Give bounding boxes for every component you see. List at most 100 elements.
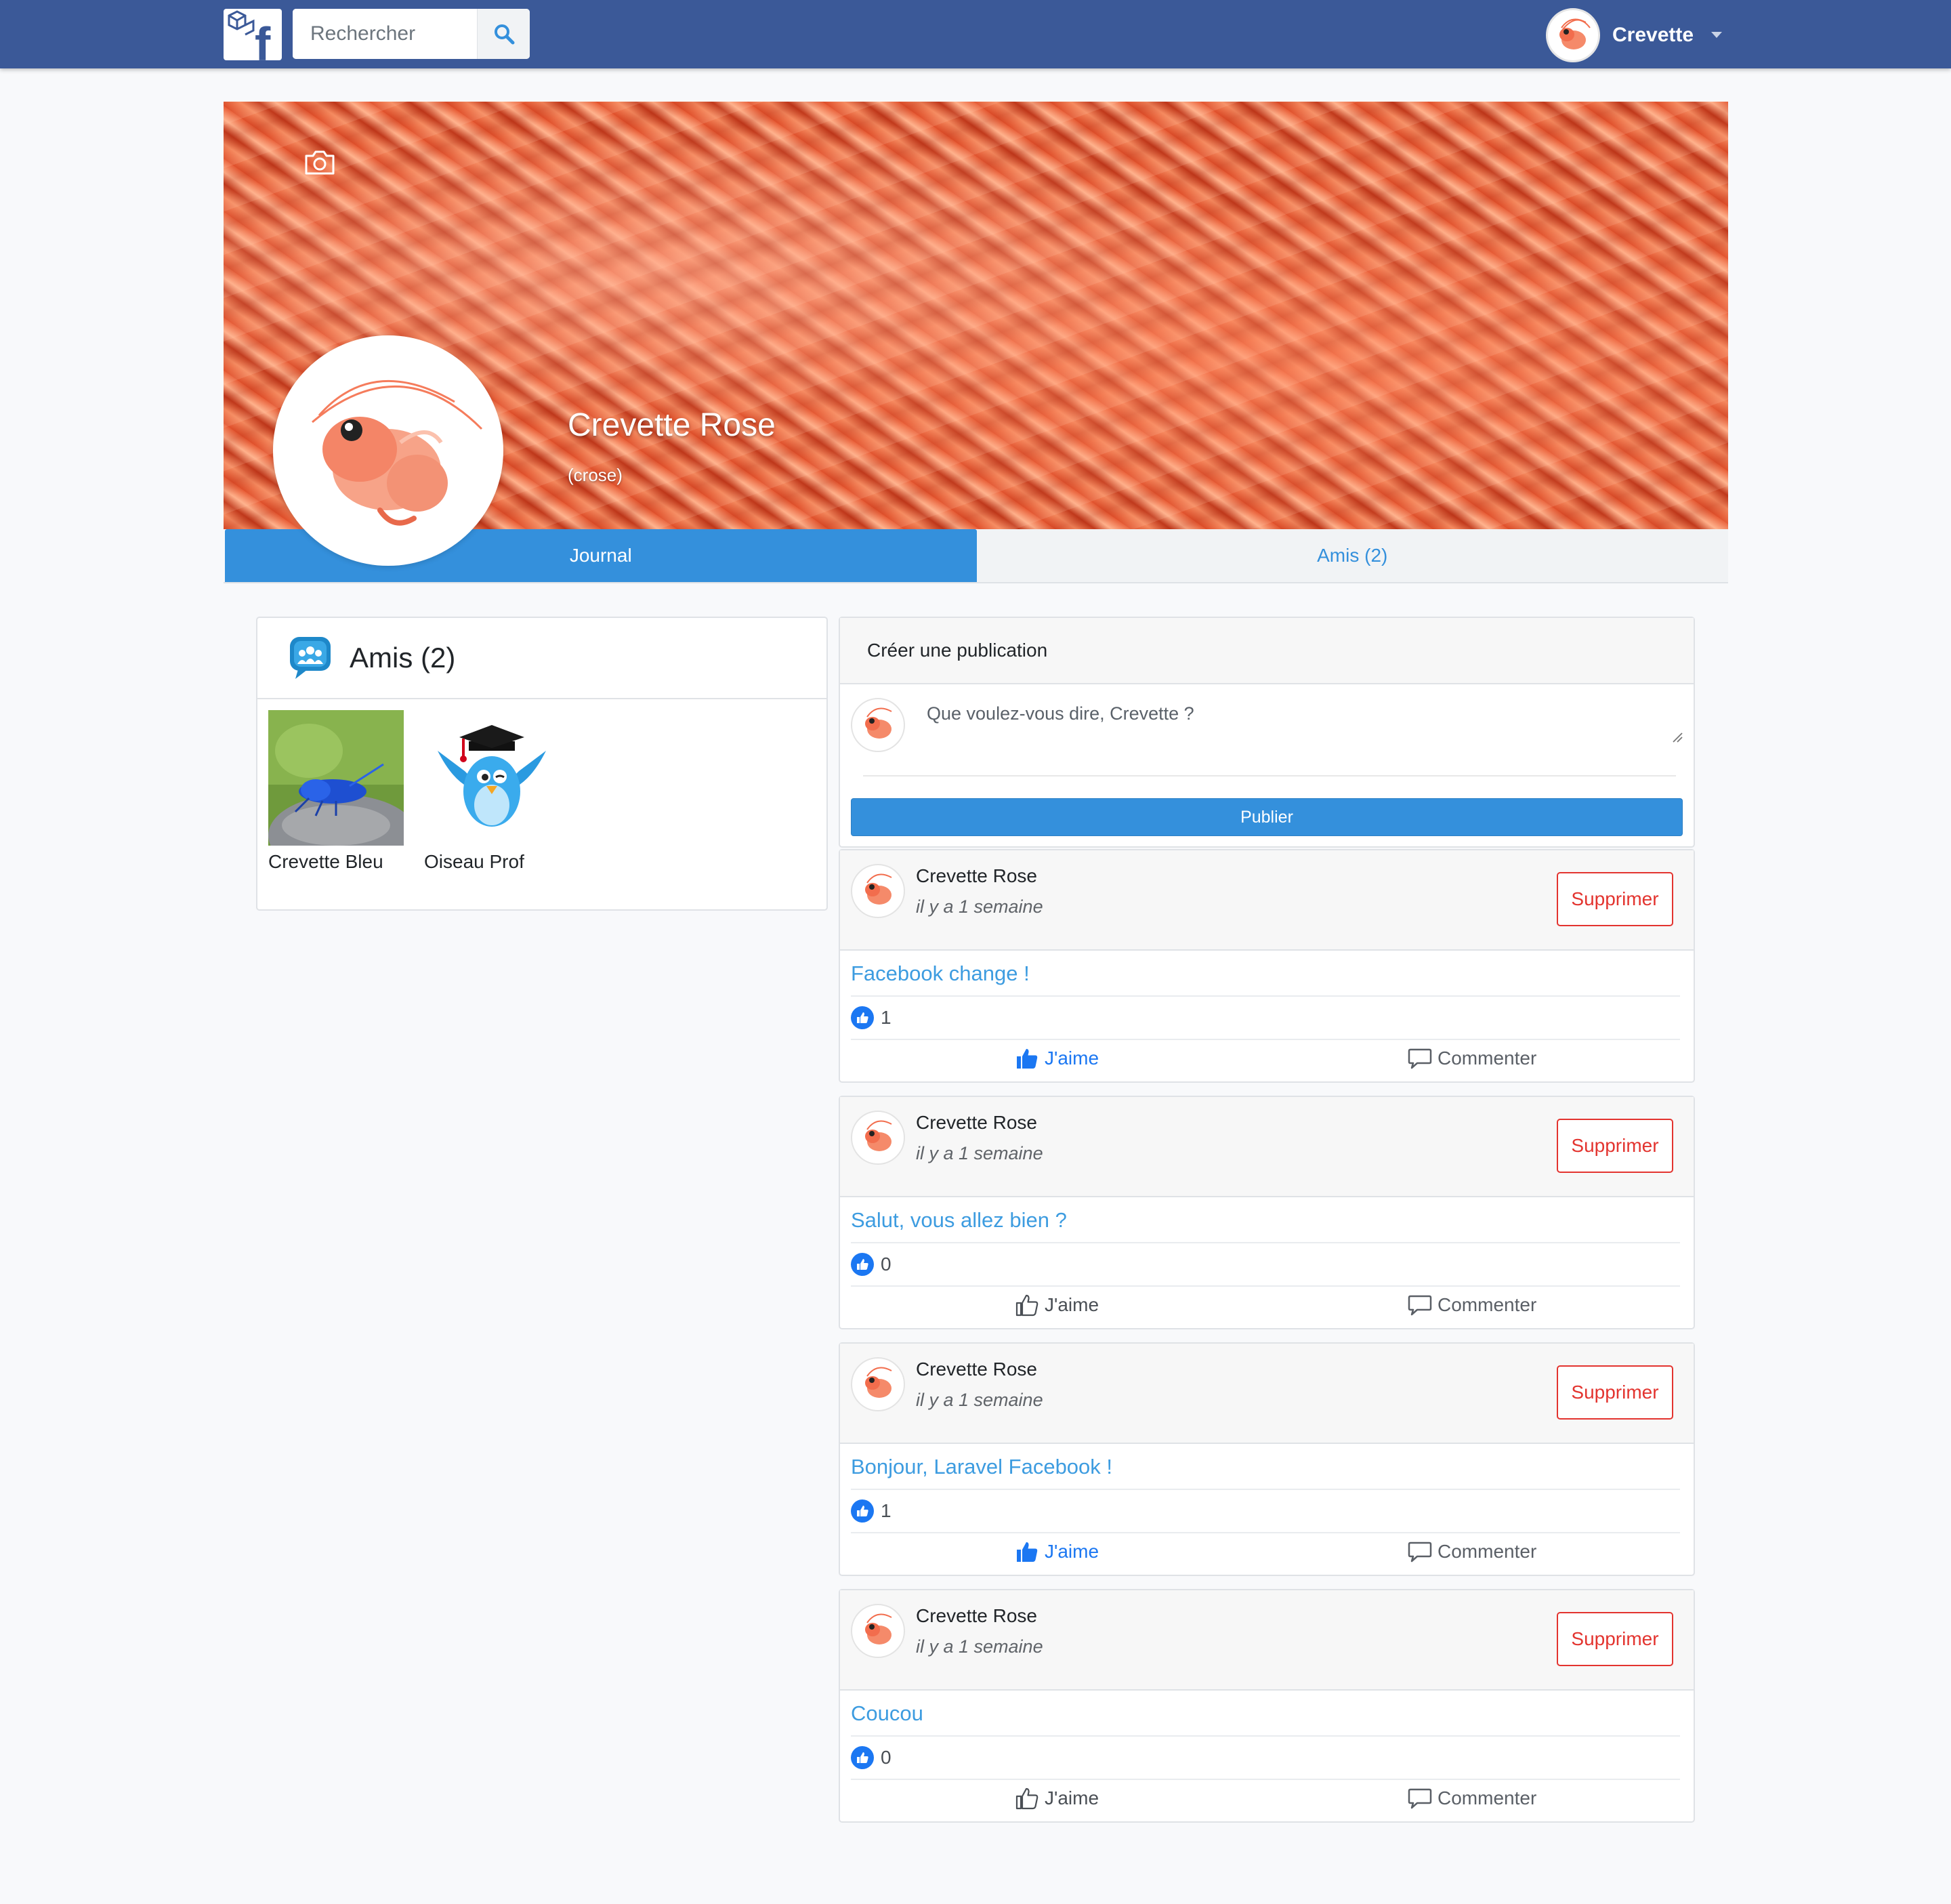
svg-text:f: f: [255, 18, 271, 60]
comment-icon: [1408, 1048, 1432, 1069]
profile-handle: (crose): [568, 465, 623, 485]
navbar: f Crevette: [0, 0, 1951, 68]
post-author[interactable]: Crevette Rose: [916, 865, 1037, 887]
thumbs-up-icon: [1017, 1049, 1038, 1069]
comment-button-label: Commenter: [1438, 1541, 1537, 1562]
search-input[interactable]: [293, 9, 477, 59]
post-author-avatar[interactable]: [851, 1111, 905, 1165]
post-author[interactable]: Crevette Rose: [916, 1359, 1037, 1380]
post-text: Coucou: [851, 1701, 923, 1725]
caret-down-icon[interactable]: [1711, 32, 1723, 39]
post-header: Crevette Rose il y a 1 semaine Supprimer: [840, 1590, 1694, 1691]
friends-icon: [290, 637, 331, 679]
post-card: Crevette Rose il y a 1 semaine Supprimer…: [839, 1096, 1695, 1329]
post-text: Bonjour, Laravel Facebook !: [851, 1455, 1113, 1478]
post-author-avatar[interactable]: [851, 864, 905, 918]
like-count: 1: [881, 1007, 891, 1028]
like-badge-icon: [851, 1499, 874, 1523]
post-textarea[interactable]: Que voulez-vous dire, Crevette ?: [927, 703, 1194, 724]
friend-item[interactable]: Crevette Bleu: [268, 710, 411, 873]
user-avatar: [1546, 8, 1600, 62]
post-timestamp: il y a 1 semaine: [916, 896, 1043, 917]
divider: [851, 1285, 1680, 1287]
divider: [863, 775, 1676, 777]
divider: [851, 1242, 1680, 1243]
comment-icon: [1408, 1295, 1432, 1316]
like-button[interactable]: J'aime: [1015, 1294, 1099, 1317]
comment-icon: [1408, 1541, 1432, 1562]
like-button[interactable]: J'aime: [1015, 1787, 1099, 1810]
search-icon: [494, 24, 514, 45]
comment-button-label: Commenter: [1438, 1787, 1537, 1808]
user-menu[interactable]: Crevette: [1546, 8, 1723, 62]
post-card: Crevette Rose il y a 1 semaine Supprimer…: [839, 1589, 1695, 1823]
like-badge-icon: [851, 1746, 874, 1769]
like-button-label: J'aime: [1045, 1787, 1099, 1808]
post-card: Crevette Rose il y a 1 semaine Supprimer…: [839, 1342, 1695, 1576]
divider: [851, 995, 1680, 997]
post-text: Salut, vous allez bien ?: [851, 1208, 1067, 1232]
delete-button[interactable]: Supprimer: [1557, 1119, 1673, 1173]
search-button[interactable]: [477, 9, 530, 59]
friend-photo[interactable]: [424, 710, 560, 846]
friend-item[interactable]: Oiseau Prof: [424, 710, 566, 873]
friends-card: Amis (2) Crevette Bleu Oiseau Prof: [256, 617, 828, 911]
thumbs-up-icon: [1015, 1787, 1039, 1810]
user-name[interactable]: Crevette: [1612, 24, 1694, 47]
friends-title: Amis (2): [350, 642, 456, 674]
post-card: Crevette Rose il y a 1 semaine Supprimer…: [839, 849, 1695, 1083]
create-post-avatar: [851, 698, 905, 752]
comment-button[interactable]: Commenter: [1408, 1540, 1536, 1563]
comment-button[interactable]: Commenter: [1408, 1047, 1536, 1070]
friend-name[interactable]: Oiseau Prof: [424, 851, 566, 873]
like-summary[interactable]: 0: [851, 1746, 891, 1769]
like-badge-icon: [851, 1253, 874, 1276]
divider: [851, 1532, 1680, 1533]
like-button[interactable]: J'aime: [1015, 1047, 1099, 1070]
profile-picture[interactable]: [273, 335, 503, 566]
like-summary[interactable]: 1: [851, 1006, 891, 1029]
post-header: Crevette Rose il y a 1 semaine Supprimer: [840, 1097, 1694, 1197]
like-badge-icon: [851, 1006, 874, 1029]
post-author-avatar[interactable]: [851, 1604, 905, 1658]
friends-card-header: Amis (2): [257, 618, 826, 699]
thumbs-up-icon: [1015, 1294, 1039, 1317]
post-header: Crevette Rose il y a 1 semaine Supprimer: [840, 850, 1694, 951]
divider: [851, 1039, 1680, 1040]
search-box: [293, 9, 530, 59]
create-post-card: Créer une publication Que voulez-vous di…: [839, 617, 1695, 848]
divider: [851, 1735, 1680, 1737]
post-author-avatar[interactable]: [851, 1357, 905, 1411]
post-text: Facebook change !: [851, 961, 1030, 985]
post-header: Crevette Rose il y a 1 semaine Supprimer: [840, 1344, 1694, 1444]
post-author[interactable]: Crevette Rose: [916, 1112, 1037, 1134]
like-summary[interactable]: 1: [851, 1499, 891, 1523]
like-summary[interactable]: 0: [851, 1253, 891, 1276]
friend-name[interactable]: Crevette Bleu: [268, 851, 411, 873]
divider: [851, 1489, 1680, 1490]
post-author[interactable]: Crevette Rose: [916, 1605, 1037, 1627]
comment-button-label: Commenter: [1438, 1294, 1537, 1315]
comment-icon: [1408, 1788, 1432, 1809]
like-button-label: J'aime: [1045, 1541, 1099, 1562]
delete-button[interactable]: Supprimer: [1557, 1365, 1673, 1420]
like-count: 0: [881, 1254, 891, 1275]
post-timestamp: il y a 1 semaine: [916, 1143, 1043, 1163]
camera-icon[interactable]: [303, 150, 336, 175]
delete-button[interactable]: Supprimer: [1557, 872, 1673, 926]
divider: [851, 1779, 1680, 1780]
tab-amis[interactable]: Amis (2): [976, 529, 1728, 582]
post-timestamp: il y a 1 semaine: [916, 1636, 1043, 1657]
delete-button[interactable]: Supprimer: [1557, 1612, 1673, 1666]
laravel-facebook-logo[interactable]: f: [224, 9, 282, 60]
resize-handle-icon[interactable]: [1672, 732, 1683, 743]
post-timestamp: il y a 1 semaine: [916, 1390, 1043, 1410]
publish-button[interactable]: Publier: [851, 798, 1683, 836]
comment-button[interactable]: Commenter: [1408, 1787, 1536, 1810]
profile-name: Crevette Rose: [568, 407, 776, 443]
friend-photo[interactable]: [268, 710, 404, 846]
like-button[interactable]: J'aime: [1015, 1540, 1099, 1563]
comment-button[interactable]: Commenter: [1408, 1294, 1536, 1317]
like-button-label: J'aime: [1045, 1294, 1099, 1315]
like-count: 1: [881, 1500, 891, 1521]
